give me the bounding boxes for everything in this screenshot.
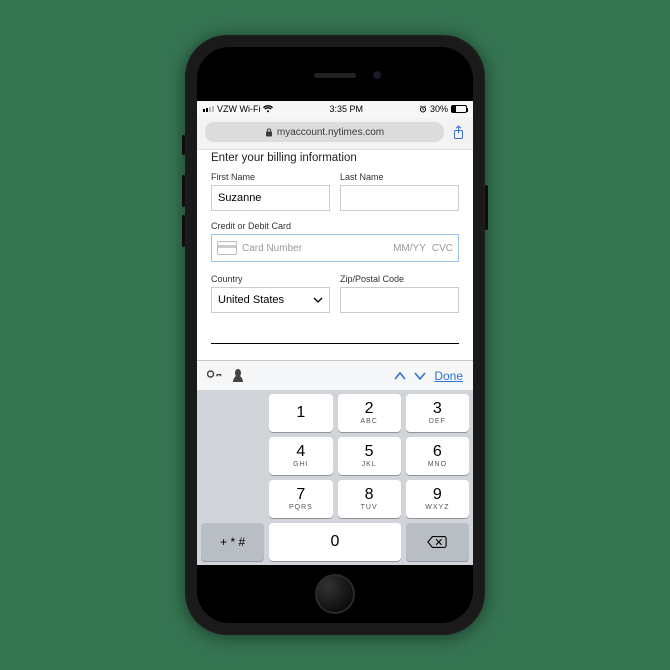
chevron-down-icon [313, 297, 323, 303]
status-bar: VZW Wi-Fi 3:35 PM 30% [197, 101, 473, 117]
keypad-key-1[interactable]: 1 [269, 394, 332, 432]
power-button [485, 185, 488, 230]
keyboard-accessory-bar: Done [197, 360, 473, 390]
country-label: Country [211, 274, 330, 284]
alarm-icon [419, 105, 427, 113]
card-number-placeholder: Card Number [242, 243, 388, 254]
top-bezel [197, 47, 473, 101]
status-left: VZW Wi-Fi [203, 104, 273, 114]
clock: 3:35 PM [273, 104, 419, 114]
signal-icon [203, 106, 214, 112]
mute-switch [182, 135, 185, 155]
keypad-key-8[interactable]: 8TUV [338, 480, 401, 518]
volume-up-button [182, 175, 185, 207]
country-zip-row: Country United States Zip/Postal Code [211, 274, 459, 313]
autofill-contact-icon[interactable] [233, 369, 243, 382]
phone-frame: VZW Wi-Fi 3:35 PM 30% [185, 35, 485, 635]
first-name-field[interactable] [211, 185, 330, 211]
keypad-key-5[interactable]: 5JKL [338, 437, 401, 475]
card-icon [217, 241, 237, 255]
autofill-passwords-icon[interactable] [207, 369, 223, 382]
form-next-button[interactable] [414, 372, 426, 380]
keypad-key-9[interactable]: 9WXYZ [406, 480, 469, 518]
card-expiry-placeholder: MM/YY [393, 243, 426, 254]
name-row: First Name Last Name [211, 172, 459, 211]
country-value: United States [218, 294, 284, 306]
earpiece-speaker [314, 73, 356, 78]
volume-down-button [182, 215, 185, 247]
battery-icon [451, 105, 467, 113]
keypad-key-3[interactable]: 3DEF [406, 394, 469, 432]
carrier-label: VZW Wi-Fi [217, 104, 260, 114]
card-number-field[interactable]: Card Number MM/YY CVC [211, 234, 459, 262]
lock-icon [265, 128, 273, 137]
phone-bezel: VZW Wi-Fi 3:35 PM 30% [197, 47, 473, 623]
card-label: Credit or Debit Card [211, 221, 459, 231]
first-name-label: First Name [211, 172, 330, 182]
browser-toolbar: myaccount.nytimes.com [197, 117, 473, 150]
bottom-bezel [197, 565, 473, 623]
front-camera [373, 71, 381, 79]
page-content: Enter your billing information First Nam… [197, 150, 473, 360]
keyboard-done-button[interactable]: Done [434, 369, 463, 383]
keypad-key-6[interactable]: 6MNO [406, 437, 469, 475]
section-divider [211, 343, 459, 344]
zip-field[interactable] [340, 287, 459, 313]
keypad-key-7[interactable]: 7PQRS [269, 480, 332, 518]
numeric-keypad: 1 2ABC 3DEF 4GHI 5JKL 6MNO 7PQRS 8TUV 9W… [197, 390, 473, 565]
form-prev-button[interactable] [394, 372, 406, 380]
last-name-label: Last Name [340, 172, 459, 182]
url-text: myaccount.nytimes.com [277, 127, 384, 138]
country-select[interactable]: United States [211, 287, 330, 313]
home-button[interactable] [315, 574, 355, 614]
address-bar[interactable]: myaccount.nytimes.com [205, 122, 444, 142]
keypad-key-2[interactable]: 2ABC [338, 394, 401, 432]
keypad-key-0[interactable]: 0 [269, 523, 401, 561]
share-button[interactable] [451, 125, 465, 140]
card-cvc-placeholder: CVC [432, 243, 453, 254]
zip-label: Zip/Postal Code [340, 274, 459, 284]
last-name-field[interactable] [340, 185, 459, 211]
screen: VZW Wi-Fi 3:35 PM 30% [197, 101, 473, 565]
status-right: 30% [419, 104, 467, 114]
wifi-icon [263, 105, 273, 113]
keypad-key-4[interactable]: 4GHI [269, 437, 332, 475]
keypad-symbols-key[interactable]: + * # [201, 523, 264, 561]
keypad-backspace-key[interactable] [406, 523, 469, 561]
battery-pct-label: 30% [430, 104, 448, 114]
billing-heading: Enter your billing information [211, 152, 459, 164]
